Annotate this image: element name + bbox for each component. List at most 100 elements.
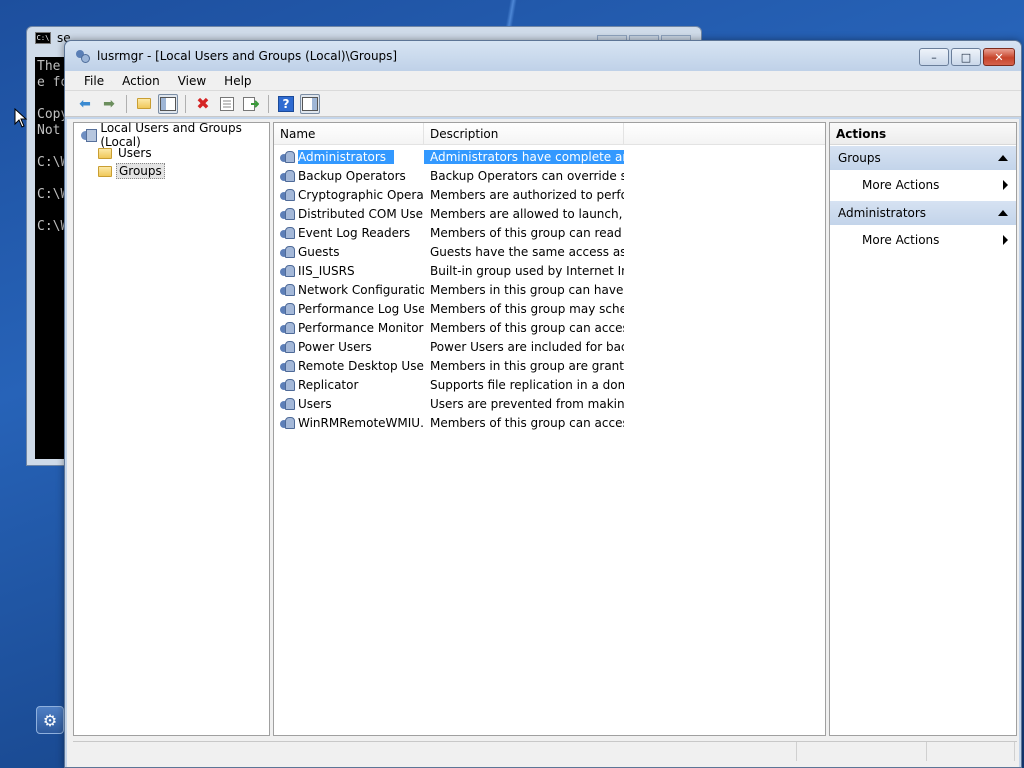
group-name: Guests (298, 244, 340, 259)
groups-list-pane[interactable]: Name Description Administrators Administr… (273, 122, 826, 736)
toolbar: ⬅ ➡ ✖ ? (65, 91, 1021, 117)
group-icon (280, 340, 295, 354)
table-row[interactable]: Performance Log Users Members of this gro… (274, 299, 825, 318)
group-name: WinRMRemoteWMIU... (298, 415, 424, 430)
name-cell: Performance Monitor ... (274, 321, 424, 335)
actions-section-administrators[interactable]: Administrators (830, 201, 1016, 225)
collapse-triangle-icon[interactable] (998, 155, 1008, 161)
folder-icon (98, 147, 112, 159)
group-icon (280, 245, 295, 259)
group-icon (280, 169, 295, 183)
list-header: Name Description (274, 123, 825, 145)
group-icon (280, 321, 295, 335)
table-row[interactable]: Performance Monitor ... Members of this g… (274, 318, 825, 337)
groups-list: Administrators Administrators have comple… (274, 145, 825, 432)
group-name: Performance Monitor ... (298, 320, 424, 335)
close-button[interactable]: ✕ (983, 48, 1015, 66)
actions-section-groups[interactable]: Groups (830, 146, 1016, 170)
action-more-actions-groups[interactable]: More Actions (830, 170, 1016, 200)
up-folder-icon[interactable] (134, 94, 154, 114)
table-row[interactable]: Users Users are prevented from making ... (274, 394, 825, 413)
menu-help[interactable]: Help (215, 71, 260, 91)
menu-action[interactable]: Action (113, 71, 169, 91)
table-row[interactable]: Administrators Administrators have comple… (274, 147, 825, 166)
minimize-button[interactable]: – (919, 48, 949, 66)
group-description: Guests have the same access as m... (430, 244, 624, 259)
menu-view[interactable]: View (169, 71, 215, 91)
table-row[interactable]: Power Users Power Users are included for … (274, 337, 825, 356)
group-icon (280, 207, 295, 221)
properties-icon[interactable] (217, 94, 237, 114)
console-tree-pane[interactable]: Local Users and Groups (Local) Users Gro… (73, 121, 270, 736)
group-name: Performance Log Users (298, 301, 424, 316)
status-panel-3 (927, 742, 1015, 761)
table-row[interactable]: Remote Desktop Users Members in this grou… (274, 356, 825, 375)
column-header-name[interactable]: Name (274, 123, 424, 144)
menu-bar: File Action View Help (65, 71, 1021, 91)
tree-item-root[interactable]: Local Users and Groups (Local) (74, 121, 269, 149)
group-name: Event Log Readers (298, 225, 411, 240)
action-item-label: More Actions (862, 233, 940, 247)
action-item-label: More Actions (862, 178, 940, 192)
taskbar-app-icon[interactable]: ⚙ (36, 706, 64, 734)
group-name: Cryptographic Operat... (298, 187, 424, 202)
table-row[interactable]: Event Log Readers Members of this group c… (274, 223, 825, 242)
table-row[interactable]: Distributed COM Users Members are allowed… (274, 204, 825, 223)
group-icon (280, 359, 295, 373)
collapse-triangle-icon[interactable] (998, 210, 1008, 216)
group-icon (280, 416, 295, 430)
action-more-actions-administrators[interactable]: More Actions (830, 225, 1016, 255)
name-cell: Power Users (274, 340, 424, 354)
back-arrow-icon[interactable]: ⬅ (75, 94, 95, 114)
name-cell: Cryptographic Operat... (274, 188, 424, 202)
tree-users-label: Users (118, 146, 152, 160)
group-name: Backup Operators (298, 168, 406, 183)
table-row[interactable]: IIS_IUSRS Built-in group used by Internet… (274, 261, 825, 280)
actions-title: Actions (830, 123, 1016, 145)
actions-section-label: Groups (838, 151, 881, 165)
help-icon[interactable]: ? (276, 94, 296, 114)
name-cell: Network Configuratio... (274, 283, 424, 297)
table-row[interactable]: Cryptographic Operat... Members are autho… (274, 185, 825, 204)
group-icon (280, 226, 295, 240)
group-description: Supports file replication in a dom... (430, 377, 624, 392)
name-cell: Remote Desktop Users (274, 359, 424, 373)
group-description: Members of this group can acces... (430, 415, 624, 430)
group-icon (280, 283, 295, 297)
caption-buttons: – □ ✕ (919, 48, 1015, 66)
name-cell: Event Log Readers (274, 226, 424, 240)
group-name: Power Users (298, 339, 372, 354)
delete-icon[interactable]: ✖ (193, 94, 213, 114)
actions-section-label: Administrators (838, 206, 927, 220)
export-list-icon[interactable] (241, 94, 261, 114)
window-title: lusrmgr - [Local Users and Groups (Local… (97, 49, 398, 63)
show-hide-action-pane-icon[interactable] (300, 93, 320, 114)
group-description: Built-in group used by Internet Inf... (430, 263, 624, 278)
group-name: IIS_IUSRS (298, 263, 355, 278)
table-row[interactable]: Network Configuratio... Members in this g… (274, 280, 825, 299)
show-hide-tree-icon[interactable] (158, 93, 178, 114)
column-header-description[interactable]: Description (424, 123, 624, 144)
status-panel-2 (797, 742, 927, 761)
maximize-button[interactable]: □ (951, 48, 981, 66)
console-app-icon: C:\ (35, 32, 51, 44)
lusrmgr-window: lusrmgr - [Local Users and Groups (Local… (64, 40, 1022, 768)
toolbar-separator (126, 94, 127, 113)
forward-arrow-icon[interactable]: ➡ (99, 94, 119, 114)
window-titlebar[interactable]: lusrmgr - [Local Users and Groups (Local… (65, 41, 1021, 71)
name-cell: IIS_IUSRS (274, 264, 424, 278)
tree-item-groups[interactable]: Groups (74, 162, 269, 180)
name-cell: Performance Log Users (274, 302, 424, 316)
menu-file[interactable]: File (75, 71, 113, 91)
group-description: Members of this group may sche... (430, 301, 624, 316)
group-description: Members are authorized to perfor... (430, 187, 624, 202)
table-row[interactable]: Guests Guests have the same access as m..… (274, 242, 825, 261)
name-cell: Administrators (274, 149, 424, 164)
group-description: Administrators have complete an... (424, 149, 624, 164)
actions-pane: Actions Groups More Actions Administrato… (829, 122, 1017, 736)
table-row[interactable]: Replicator Supports file replication in a… (274, 375, 825, 394)
table-row[interactable]: Backup Operators Backup Operators can ove… (274, 166, 825, 185)
group-icon (280, 150, 295, 164)
table-row[interactable]: WinRMRemoteWMIU... Members of this group … (274, 413, 825, 432)
toolbar-separator (185, 94, 186, 113)
